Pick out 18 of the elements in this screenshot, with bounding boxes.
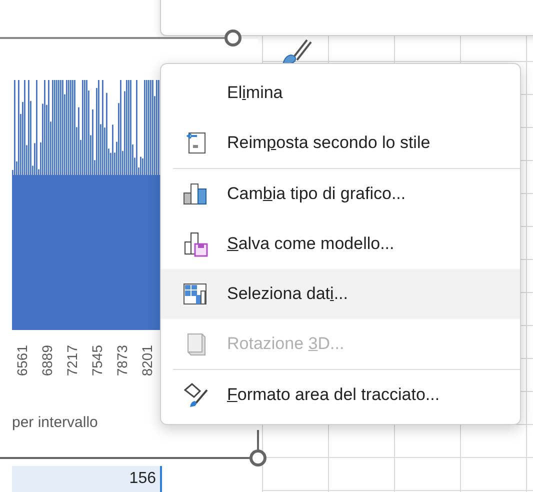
axis-label: 7217 xyxy=(64,345,81,376)
menu-item[interactable]: Reimposta secondo lo stile xyxy=(161,118,520,168)
resize-handle[interactable] xyxy=(249,449,267,467)
axis-label: 7873 xyxy=(114,345,131,376)
resize-handle[interactable] xyxy=(224,29,242,47)
axis-title: per intervallo xyxy=(12,414,98,431)
axis-label: 6889 xyxy=(39,345,56,376)
format-brush-icon xyxy=(182,381,210,409)
menu-item[interactable]: Cambia tipo di grafico... xyxy=(161,169,520,219)
table-cell: 156 xyxy=(12,466,162,492)
menu-item[interactable]: Salva come modello... xyxy=(161,219,520,269)
save-template-icon xyxy=(182,230,210,258)
axis-label: 6561 xyxy=(14,345,31,376)
menu-item[interactable]: Elimina xyxy=(161,68,520,118)
axis-label: 8201 xyxy=(139,345,156,376)
menu-item[interactable]: Seleziona dati... xyxy=(161,269,520,319)
menu-item[interactable]: Formato area del tracciato... xyxy=(161,370,520,420)
axis-label: 7545 xyxy=(89,345,106,376)
